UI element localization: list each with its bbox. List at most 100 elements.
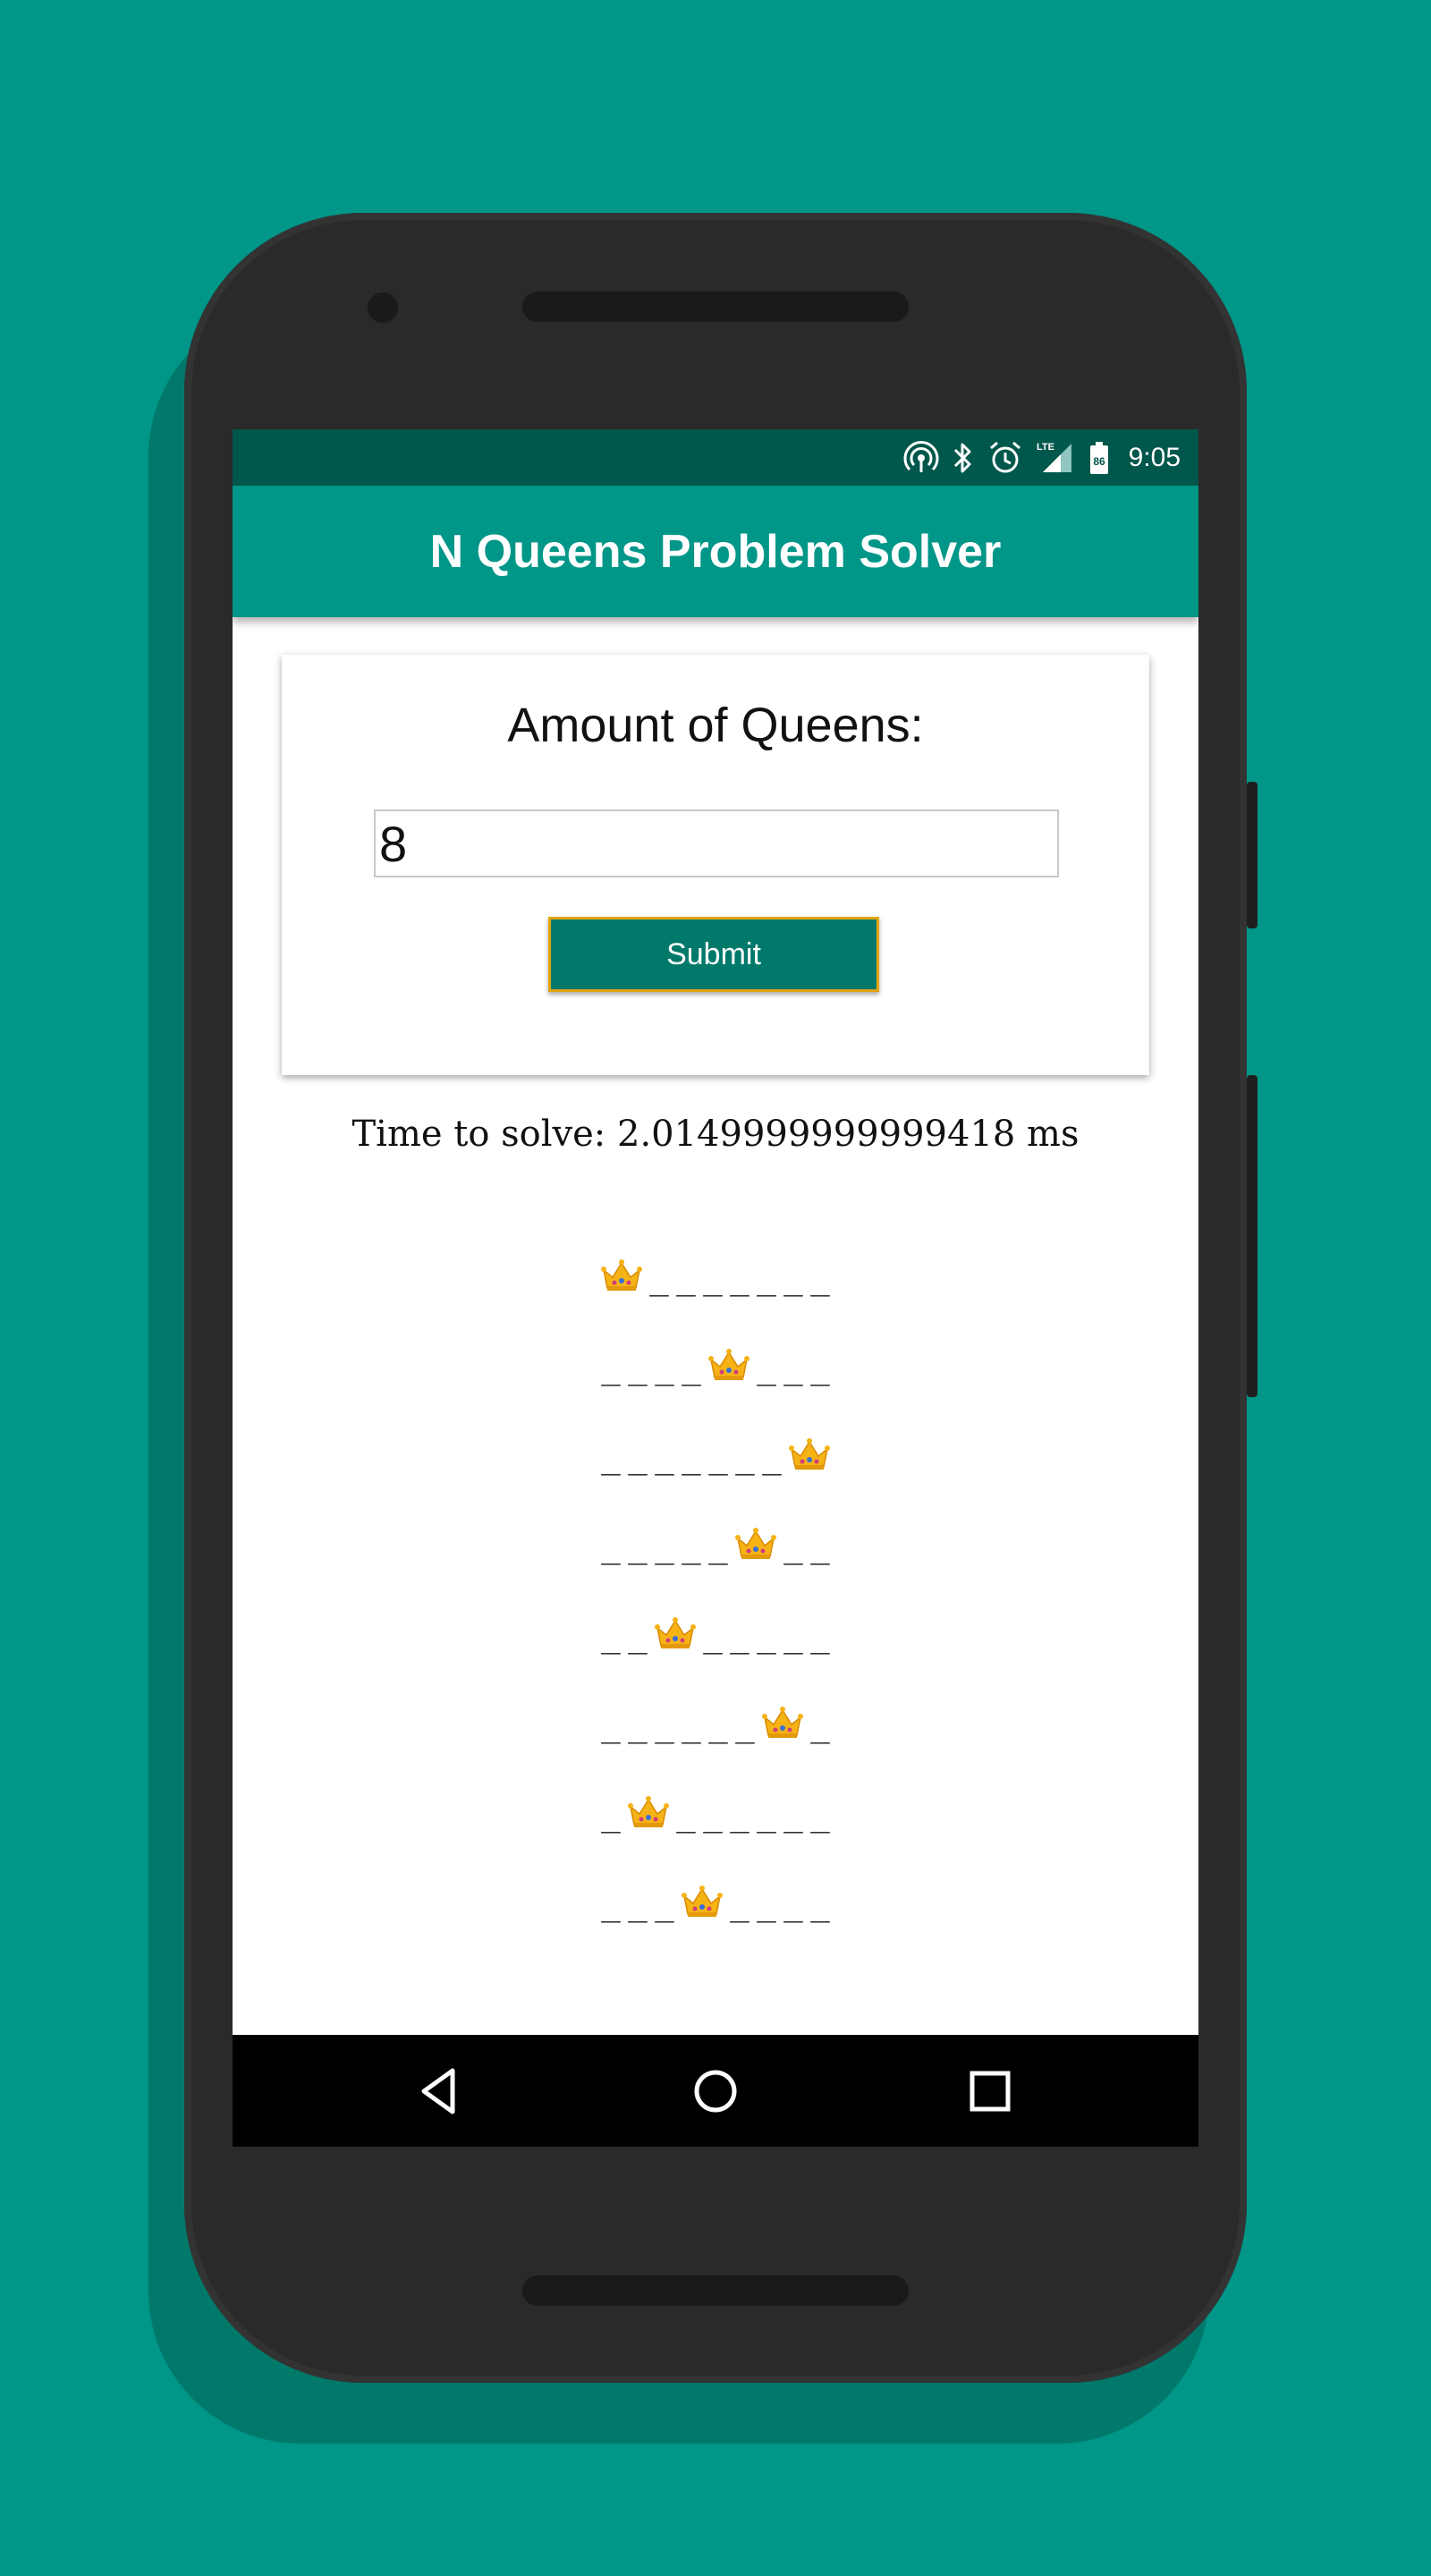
crown-icon [762, 1707, 803, 1738]
battery-level: 86 [1093, 455, 1105, 468]
empty-cell: _ [810, 1260, 830, 1297]
queen-cell [785, 1431, 834, 1485]
empty-cell: _ [730, 1886, 749, 1923]
front-camera [368, 292, 398, 323]
empty-cell: _ [703, 1618, 723, 1655]
empty-cell: _ [783, 1886, 803, 1923]
alarm-icon [989, 441, 1020, 472]
queens-board: _ _ _ _ _ _ _ _ _ _ _ _ _ _ _ _ _ _ _ _ _ _ _ _ _ _ _ _ _ _ _ _ _ _ _ _ _ _ _ _… [233, 1234, 1198, 1950]
empty-cell: _ [708, 1439, 728, 1476]
queens-input[interactable] [374, 809, 1059, 877]
empty-cell: _ [783, 1350, 803, 1386]
empty-cell: _ [655, 1886, 674, 1923]
queen-cell [651, 1610, 699, 1664]
board-row: _ _ _ _ _ _ _ [233, 1503, 1198, 1592]
empty-cell: _ [762, 1439, 782, 1476]
empty-cell: _ [708, 1707, 728, 1744]
empty-cell: _ [601, 1707, 621, 1744]
status-icons: LTE 86 9:05 [903, 429, 1181, 486]
empty-cell: _ [655, 1439, 674, 1476]
empty-cell: _ [601, 1439, 621, 1476]
back-icon[interactable] [411, 2062, 470, 2121]
queen-cell [597, 1252, 646, 1306]
top-speaker [522, 292, 909, 322]
empty-cell: _ [601, 1618, 621, 1655]
empty-cell: _ [730, 1260, 749, 1297]
crown-icon [628, 1796, 669, 1827]
empty-cell: _ [783, 1618, 803, 1655]
empty-cell: _ [757, 1886, 776, 1923]
empty-cell: _ [735, 1707, 755, 1744]
empty-cell: _ [655, 1707, 674, 1744]
empty-cell: _ [628, 1707, 648, 1744]
crown-icon [735, 1528, 776, 1559]
solve-time: Time to solve: 2.0149999999999418 ms [351, 1114, 1080, 1155]
board-row: _ _ _ _ _ _ _ [233, 1860, 1198, 1950]
empty-cell: _ [655, 1529, 674, 1565]
empty-cell: _ [628, 1886, 648, 1923]
queen-cell [758, 1699, 807, 1753]
board-row: _ _ _ _ _ _ _ [233, 1682, 1198, 1771]
empty-cell: _ [708, 1529, 728, 1565]
navigation-bar [233, 2035, 1198, 2147]
crown-icon [655, 1617, 696, 1648]
crown-icon [682, 1885, 723, 1917]
status-bar: LTE 86 9:05 [233, 429, 1198, 486]
submit-button[interactable]: Submit [548, 917, 879, 992]
empty-cell: _ [783, 1260, 803, 1297]
bluetooth-icon [953, 443, 971, 472]
board-row: _ _ _ _ _ _ _ [233, 1592, 1198, 1682]
empty-cell: _ [810, 1350, 830, 1386]
empty-cell: _ [810, 1886, 830, 1923]
empty-cell: _ [757, 1797, 776, 1834]
empty-cell: _ [730, 1618, 749, 1655]
empty-cell: _ [735, 1439, 755, 1476]
empty-cell: _ [655, 1350, 674, 1386]
empty-cell: _ [682, 1439, 701, 1476]
empty-cell: _ [810, 1707, 830, 1744]
board-row: _ _ _ _ _ _ _ [233, 1771, 1198, 1860]
phone-screen: LTE 86 9:05 N Queens Problem Solver Amou… [233, 429, 1198, 2147]
volume-button [1247, 1075, 1257, 1397]
network-type: LTE [1037, 442, 1054, 453]
empty-cell: _ [676, 1260, 696, 1297]
app-title: N Queens Problem Solver [429, 525, 1002, 578]
queen-cell [705, 1342, 753, 1395]
status-clock: 9:05 [1128, 442, 1181, 472]
empty-cell: _ [601, 1350, 621, 1386]
queens-heading: Amount of Queens: [507, 699, 924, 752]
empty-cell: _ [601, 1797, 621, 1834]
battery-icon: 86 [1089, 441, 1108, 474]
empty-cell: _ [628, 1439, 648, 1476]
signal-icon: LTE [1037, 442, 1071, 472]
queen-cell [678, 1878, 726, 1932]
home-icon[interactable] [686, 2062, 745, 2121]
power-button [1247, 782, 1257, 928]
empty-cell: _ [628, 1350, 648, 1386]
empty-cell: _ [628, 1618, 648, 1655]
empty-cell: _ [703, 1797, 723, 1834]
crown-icon [789, 1438, 830, 1470]
empty-cell: _ [730, 1797, 749, 1834]
empty-cell: _ [703, 1260, 723, 1297]
empty-cell: _ [783, 1797, 803, 1834]
board-row: _ _ _ _ _ _ _ [233, 1234, 1198, 1324]
empty-cell: _ [601, 1886, 621, 1923]
queen-cell [732, 1521, 780, 1574]
hotspot-icon [903, 440, 939, 472]
empty-cell: _ [783, 1529, 803, 1565]
empty-cell: _ [810, 1797, 830, 1834]
empty-cell: _ [682, 1529, 701, 1565]
board-row: _ _ _ _ _ _ _ [233, 1413, 1198, 1503]
empty-cell: _ [757, 1350, 776, 1386]
empty-cell: _ [601, 1529, 621, 1565]
empty-cell: _ [757, 1260, 776, 1297]
recents-icon[interactable] [961, 2062, 1020, 2121]
empty-cell: _ [810, 1618, 830, 1655]
crown-icon [601, 1259, 642, 1291]
empty-cell: _ [810, 1529, 830, 1565]
app-bar: N Queens Problem Solver [233, 486, 1198, 617]
bottom-speaker [522, 2275, 909, 2306]
empty-cell: _ [649, 1260, 669, 1297]
empty-cell: _ [682, 1350, 701, 1386]
